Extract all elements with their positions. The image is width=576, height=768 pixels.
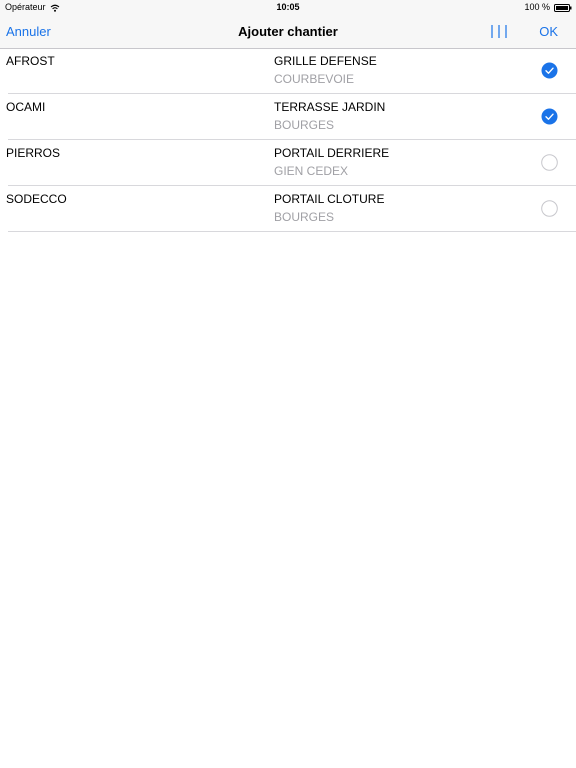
unchecked-circle-icon[interactable]	[541, 200, 558, 217]
list-item[interactable]: PIERROS PORTAIL DERRIERE GIEN CEDEX	[6, 140, 576, 186]
client-name: AFROST	[6, 54, 55, 68]
client-name: SODECCO	[6, 192, 67, 206]
client-name: OCAMI	[6, 100, 46, 114]
list-item[interactable]: OCAMI TERRASSE JARDIN BOURGES	[6, 94, 576, 140]
site-city: COURBEVOIE	[274, 72, 355, 86]
status-battery: 100 %	[524, 0, 572, 15]
navigation-bar: Annuler Ajouter chantier OK	[0, 15, 576, 49]
client-name: PIERROS	[6, 146, 61, 160]
battery-label: 100 %	[524, 2, 550, 12]
site-name: GRILLE DEFENSE	[274, 54, 377, 68]
site-name: PORTAIL DERRIERE	[274, 146, 390, 160]
site-list: AFROST GRILLE DEFENSE COURBEVOIE OCAMI T…	[0, 48, 576, 232]
list-item[interactable]: SODECCO PORTAIL CLOTURE BOURGES	[6, 186, 576, 232]
site-city: BOURGES	[274, 118, 335, 132]
screen: Opérateur 10:05 100 % Annuler Ajouter ch…	[0, 0, 576, 768]
cancel-button[interactable]: Annuler	[6, 15, 51, 48]
columns-icon[interactable]	[490, 24, 508, 39]
site-name: PORTAIL CLOTURE	[274, 192, 385, 206]
status-time: 10:05	[276, 2, 300, 12]
site-city: BOURGES	[274, 210, 335, 224]
unchecked-circle-icon[interactable]	[541, 154, 558, 171]
site-city: GIEN CEDEX	[274, 164, 349, 178]
checked-circle-icon[interactable]	[541, 62, 558, 79]
site-name: TERRASSE JARDIN	[274, 100, 386, 114]
ok-button[interactable]: OK	[539, 15, 558, 48]
checked-circle-icon[interactable]	[541, 108, 558, 125]
list-item[interactable]: AFROST GRILLE DEFENSE COURBEVOIE	[6, 48, 576, 94]
status-bar: Opérateur 10:05 100 %	[0, 0, 576, 15]
battery-icon	[554, 3, 572, 12]
